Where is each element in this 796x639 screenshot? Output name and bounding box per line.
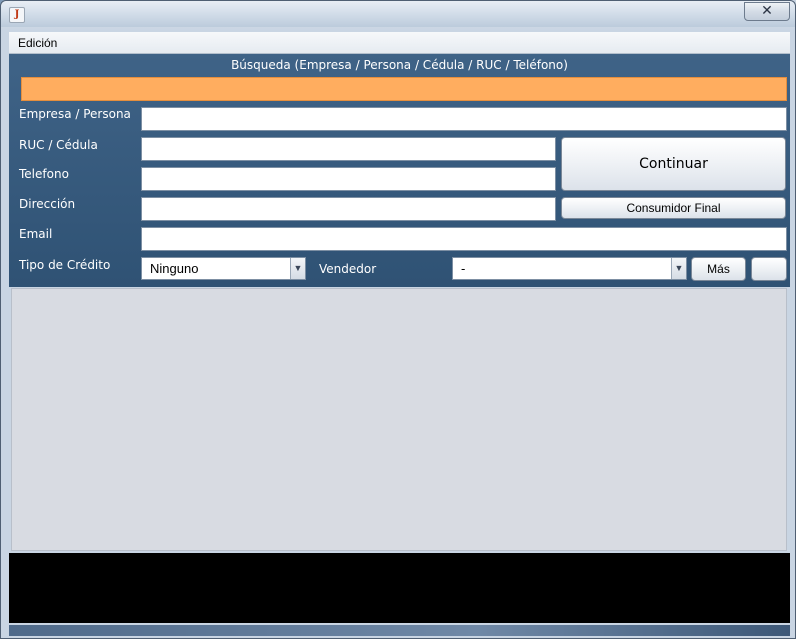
customer-panel: Búsqueda (Empresa / Persona / Cédula / R… xyxy=(9,54,790,287)
search-title: Búsqueda (Empresa / Persona / Cédula / R… xyxy=(231,58,568,72)
tipo-credito-value: Ninguno xyxy=(150,261,199,276)
title-bar[interactable]: J ✕ xyxy=(1,1,795,27)
menu-bar: Edición xyxy=(9,32,790,54)
vendedor-select[interactable]: - ▼ xyxy=(452,257,687,280)
menu-edicion[interactable]: Edición xyxy=(18,36,57,50)
tipo-credito-label: Tipo de Crédito xyxy=(19,258,111,272)
java-icon[interactable]: J xyxy=(9,7,25,23)
direccion-label: Dirección xyxy=(19,197,76,211)
results-area xyxy=(11,288,787,551)
extra-button[interactable] xyxy=(751,257,787,281)
direccion-field[interactable] xyxy=(141,197,556,221)
ruc-label: RUC / Cédula xyxy=(19,138,98,152)
empresa-label: Empresa / Persona xyxy=(19,107,131,121)
chevron-down-icon[interactable]: ▼ xyxy=(671,258,686,279)
telefono-field[interactable] xyxy=(141,167,556,191)
continuar-button[interactable]: Continuar xyxy=(561,137,786,191)
mas-button[interactable]: Más xyxy=(691,257,746,281)
close-button[interactable]: ✕ xyxy=(744,2,790,21)
telefono-label: Telefono xyxy=(19,167,69,181)
consumidor-final-button[interactable]: Consumidor Final xyxy=(561,197,786,219)
email-field[interactable] xyxy=(141,227,787,251)
empresa-field[interactable] xyxy=(141,107,787,131)
app-window: J ✕ Edición Búsqueda (Empresa / Persona … xyxy=(0,0,796,639)
chevron-down-icon[interactable]: ▼ xyxy=(290,258,305,279)
tipo-credito-select[interactable]: Ninguno ▼ xyxy=(141,257,306,280)
search-input[interactable] xyxy=(21,77,787,101)
email-label: Email xyxy=(19,227,53,241)
vendedor-label: Vendedor xyxy=(319,262,377,276)
taskbar-strip xyxy=(9,625,790,636)
status-panel xyxy=(9,553,790,623)
close-icon: ✕ xyxy=(761,3,773,19)
vendedor-value: - xyxy=(461,261,466,276)
ruc-field[interactable] xyxy=(141,137,556,161)
